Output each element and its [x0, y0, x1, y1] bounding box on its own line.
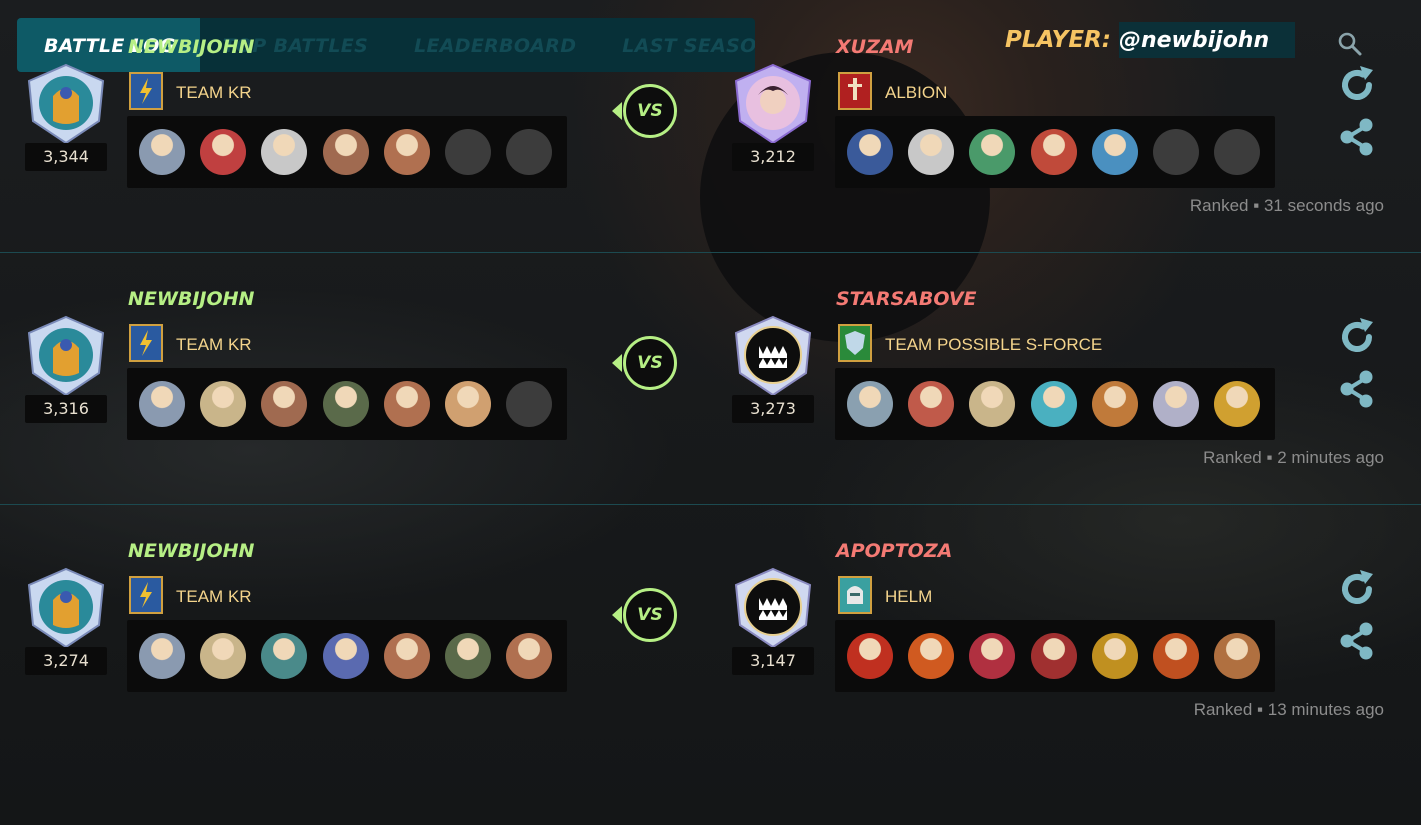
empty-card-slot	[1214, 129, 1261, 175]
replay-icon[interactable]	[1336, 64, 1378, 106]
monster-card[interactable]	[139, 633, 185, 679]
monster-card[interactable]	[445, 633, 491, 679]
league-badge-icon	[734, 63, 812, 145]
monster-card[interactable]	[908, 633, 955, 679]
monster-card[interactable]	[1153, 633, 1199, 679]
guild-icon	[129, 72, 163, 110]
guild-name[interactable]: HELM	[885, 587, 932, 607]
guild-icon	[838, 72, 872, 110]
monster-card[interactable]	[383, 129, 430, 175]
guild-name[interactable]: TEAM KR	[176, 587, 252, 607]
battle-row: 3,344 NEWBIJOHN TEAM KR VS 3,212 XUZAM ALBION R…	[0, 0, 1421, 252]
league-badge-icon	[27, 63, 105, 145]
monster-card[interactable]	[445, 381, 491, 427]
monster-card[interactable]	[261, 381, 308, 427]
empty-card-slot	[506, 381, 553, 427]
player-name[interactable]: NEWBIJOHN	[128, 540, 254, 562]
monster-card[interactable]	[908, 129, 955, 175]
vs-label: VS	[637, 101, 663, 121]
team-cards	[127, 116, 567, 188]
monster-card[interactable]	[200, 633, 247, 679]
team-cards	[127, 368, 567, 440]
opponent-rating: 3,273	[732, 395, 814, 423]
empty-card-slot	[1153, 129, 1199, 175]
vs-button[interactable]: VS	[612, 588, 677, 642]
monster-card[interactable]	[847, 129, 893, 175]
row-divider	[0, 504, 1421, 505]
league-badge-icon	[27, 315, 105, 397]
monster-card[interactable]	[261, 129, 308, 175]
monster-card[interactable]	[200, 129, 247, 175]
monster-card[interactable]	[1153, 381, 1199, 427]
vs-button[interactable]: VS	[612, 336, 677, 390]
guild-name[interactable]: TEAM KR	[176, 83, 252, 103]
empty-card-slot	[445, 129, 491, 175]
player-name[interactable]: NEWBIJOHN	[128, 36, 254, 58]
monster-card[interactable]	[847, 633, 893, 679]
row-divider	[0, 252, 1421, 253]
monster-card[interactable]	[969, 381, 1016, 427]
monster-card[interactable]	[383, 381, 430, 427]
monster-card[interactable]	[322, 633, 369, 679]
league-badge-icon	[734, 315, 812, 397]
replay-icon[interactable]	[1336, 316, 1378, 358]
team-cards	[835, 620, 1275, 692]
monster-card[interactable]	[1091, 129, 1138, 175]
opponent-name[interactable]: APOPTOZA	[836, 540, 952, 562]
opponent-rating: 3,147	[732, 647, 814, 675]
guild-icon	[129, 576, 163, 614]
vs-button[interactable]: VS	[612, 84, 677, 138]
monster-card[interactable]	[200, 381, 247, 427]
monster-card[interactable]	[1030, 381, 1077, 427]
monster-card[interactable]	[139, 129, 185, 175]
player-rating: 3,344	[25, 143, 107, 171]
monster-card[interactable]	[1214, 633, 1261, 679]
monster-card[interactable]	[908, 381, 955, 427]
vs-label: VS	[637, 353, 663, 373]
monster-card[interactable]	[261, 633, 308, 679]
monster-card[interactable]	[322, 129, 369, 175]
team-cards	[835, 368, 1275, 440]
opponent-name[interactable]: STARSABOVE	[836, 288, 977, 310]
monster-card[interactable]	[139, 381, 185, 427]
battle-meta: Ranked ▪ 2 minutes ago	[1203, 448, 1384, 467]
player-rating: 3,274	[25, 647, 107, 675]
monster-card[interactable]	[1030, 633, 1077, 679]
guild-name[interactable]: TEAM KR	[176, 335, 252, 355]
monster-card[interactable]	[1091, 381, 1138, 427]
monster-card[interactable]	[322, 381, 369, 427]
team-cards	[835, 116, 1275, 188]
league-badge-icon	[734, 567, 812, 649]
battle-row: 3,316 NEWBIJOHN TEAM KR VS 3,273 STARSABOVE TE…	[0, 252, 1421, 504]
share-icon[interactable]	[1336, 620, 1378, 662]
opponent-name[interactable]: XUZAM	[836, 36, 913, 58]
monster-card[interactable]	[383, 633, 430, 679]
player-rating: 3,316	[25, 395, 107, 423]
replay-icon[interactable]	[1336, 568, 1378, 610]
monster-card[interactable]	[969, 129, 1016, 175]
share-icon[interactable]	[1336, 116, 1378, 158]
guild-icon	[838, 576, 872, 614]
monster-card[interactable]	[1091, 633, 1138, 679]
vs-label: VS	[637, 605, 663, 625]
monster-card[interactable]	[969, 633, 1016, 679]
player-name[interactable]: NEWBIJOHN	[128, 288, 254, 310]
league-badge-icon	[27, 567, 105, 649]
opponent-rating: 3,212	[732, 143, 814, 171]
monster-card[interactable]	[1030, 129, 1077, 175]
guild-name[interactable]: TEAM POSSIBLE S-FORCE	[885, 335, 1102, 355]
team-cards	[127, 620, 567, 692]
battle-meta: Ranked ▪ 13 minutes ago	[1193, 700, 1384, 719]
monster-card[interactable]	[847, 381, 893, 427]
battle-meta: Ranked ▪ 31 seconds ago	[1189, 196, 1384, 215]
guild-icon	[129, 324, 163, 362]
share-icon[interactable]	[1336, 368, 1378, 410]
empty-card-slot	[506, 129, 553, 175]
monster-card[interactable]	[506, 633, 553, 679]
battle-row: 3,274 NEWBIJOHN TEAM KR VS 3,147 APOPTOZA HELM…	[0, 504, 1421, 756]
guild-icon	[838, 324, 872, 362]
monster-card[interactable]	[1214, 381, 1261, 427]
guild-name[interactable]: ALBION	[885, 83, 947, 103]
